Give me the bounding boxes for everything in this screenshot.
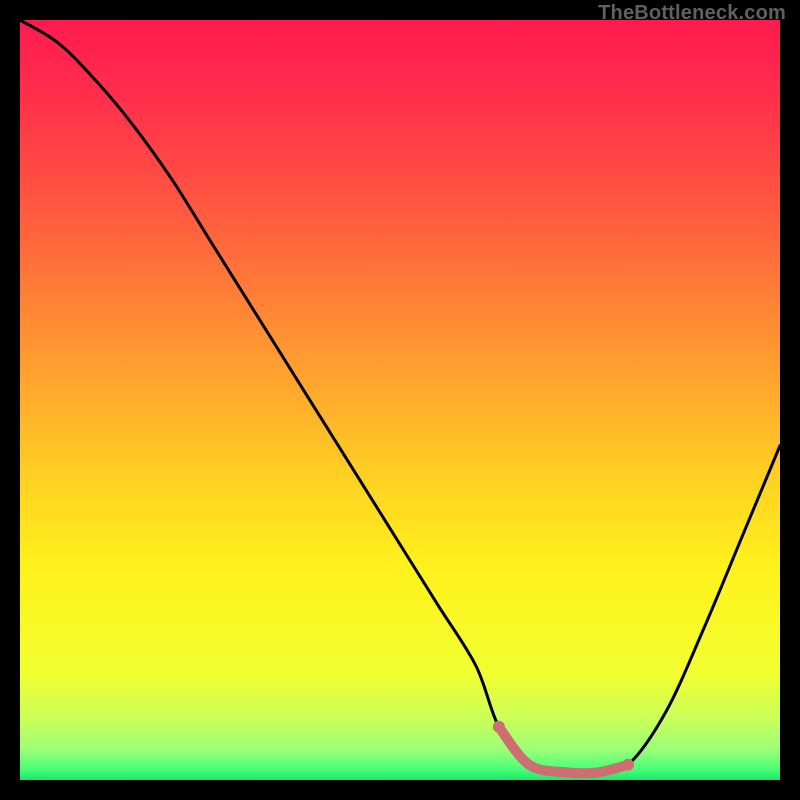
chart-frame: TheBottleneck.com [0, 0, 800, 800]
optimal-band-start-dot [493, 721, 505, 733]
plot-area [20, 20, 780, 780]
optimal-band [499, 727, 628, 774]
bottleneck-curve [20, 20, 780, 780]
optimal-band-end-dot [622, 759, 634, 771]
